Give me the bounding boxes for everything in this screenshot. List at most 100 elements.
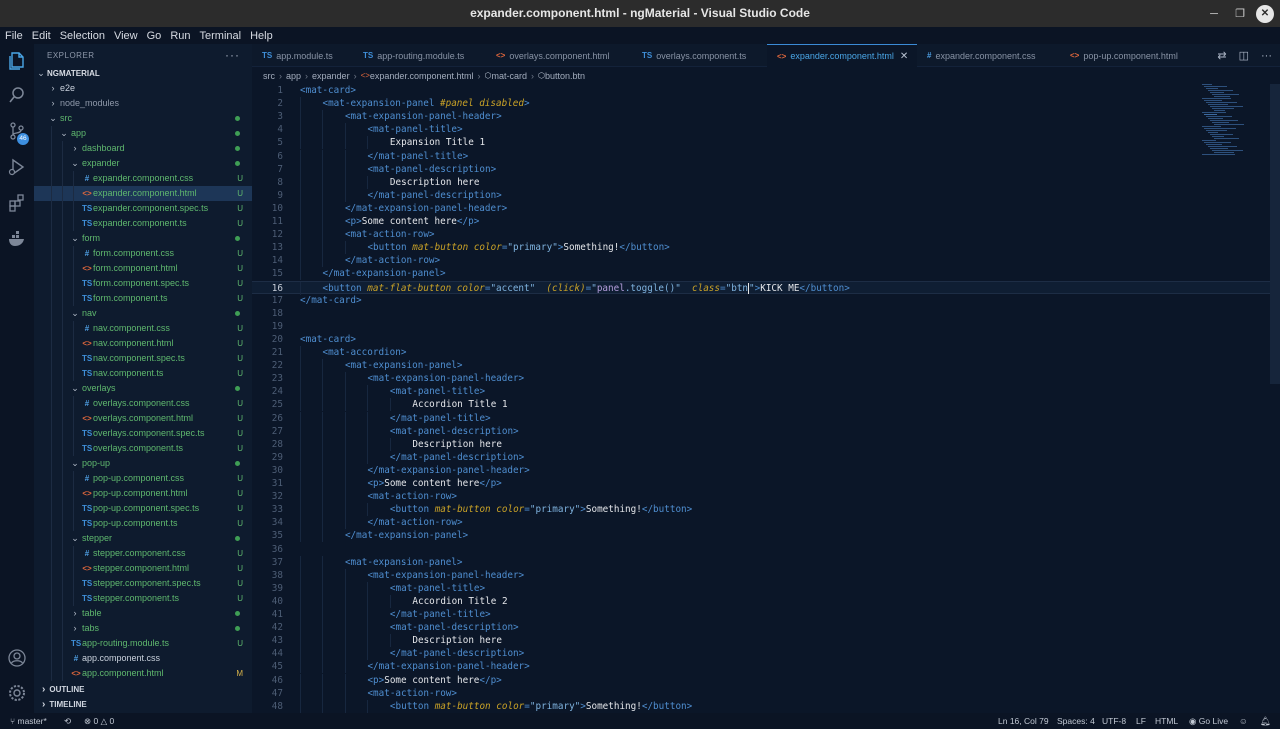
breadcrumb-item[interactable]: expander bbox=[312, 71, 350, 81]
explorer-icon[interactable] bbox=[0, 44, 34, 78]
folder-form[interactable]: ⌄ form bbox=[34, 231, 252, 246]
code-line[interactable]: 24 <mat-panel-title> bbox=[252, 385, 1280, 399]
code-line[interactable]: 28 Description here bbox=[252, 437, 1280, 451]
menu-run[interactable]: Run bbox=[170, 30, 190, 42]
folder-node-modules[interactable]: › node_modules bbox=[34, 96, 252, 111]
code-line[interactable]: 34 </mat-action-row> bbox=[252, 516, 1280, 530]
close-tab-icon[interactable]: ✕ bbox=[900, 51, 908, 62]
close-window-button[interactable]: ✕ bbox=[1256, 4, 1274, 23]
menu-view[interactable]: View bbox=[114, 30, 138, 42]
tab-app-routing-module-ts[interactable]: TS app-routing.module.ts bbox=[353, 44, 486, 67]
cursor-position[interactable]: Ln 16, Col 79 bbox=[998, 713, 1049, 729]
settings-gear-icon[interactable] bbox=[0, 676, 34, 710]
tab-expander-component-html[interactable]: <> expander.component.html ✕ bbox=[767, 44, 917, 67]
encoding[interactable]: UTF-8 bbox=[1102, 713, 1126, 729]
file-overlays-component-css[interactable]: # overlays.component.css U bbox=[34, 396, 252, 411]
menu-help[interactable]: Help bbox=[250, 30, 273, 42]
folder-stepper[interactable]: ⌄ stepper bbox=[34, 531, 252, 546]
code-line[interactable]: 32 <mat-action-row> bbox=[252, 490, 1280, 504]
end-of-line[interactable]: LF bbox=[1136, 713, 1146, 729]
menu-file[interactable]: File bbox=[5, 30, 23, 42]
file-overlays-component-html[interactable]: <> overlays.component.html U bbox=[34, 411, 252, 426]
editor-scrollbar[interactable] bbox=[1270, 84, 1280, 384]
code-line[interactable]: 22 <mat-expansion-panel> bbox=[252, 359, 1280, 373]
code-line[interactable]: 36 bbox=[252, 543, 1280, 556]
code-line[interactable]: 17 </mat-card> bbox=[252, 294, 1280, 307]
code-line[interactable]: 4 <mat-panel-title> bbox=[252, 123, 1280, 137]
minimize-button[interactable]: ─ bbox=[1204, 5, 1224, 23]
section-timeline[interactable]: › TIMELINE bbox=[34, 697, 252, 712]
code-line[interactable]: 10 </mat-expansion-panel-header> bbox=[252, 201, 1280, 215]
code-line[interactable]: 38 <mat-expansion-panel-header> bbox=[252, 568, 1280, 582]
file-nav-component-css[interactable]: # nav.component.css U bbox=[34, 321, 252, 336]
code-line[interactable]: 33 <button mat-button color="primary">Som… bbox=[252, 503, 1280, 517]
file-pop-up-component-spec-ts[interactable]: TS pop-up.component.spec.ts U bbox=[34, 501, 252, 516]
problems-status[interactable]: ⊗ 0 △ 0 bbox=[84, 713, 114, 729]
maximize-button[interactable]: ❐ bbox=[1230, 5, 1250, 23]
code-line[interactable]: 18 bbox=[252, 307, 1280, 320]
folder-app[interactable]: ⌄ app bbox=[34, 126, 252, 141]
file-nav-component-html[interactable]: <> nav.component.html U bbox=[34, 336, 252, 351]
code-line[interactable]: 44 </mat-panel-description> bbox=[252, 647, 1280, 661]
search-icon[interactable] bbox=[0, 78, 34, 112]
file-expander-component-css[interactable]: # expander.component.css U bbox=[34, 171, 252, 186]
code-line[interactable]: 30 </mat-expansion-panel-header> bbox=[252, 463, 1280, 477]
file-app-routing-module-ts[interactable]: TS app-routing.module.ts U bbox=[34, 636, 252, 651]
code-line[interactable]: 3 <mat-expansion-panel-header> bbox=[252, 110, 1280, 124]
file-overlays-component-spec-ts[interactable]: TS overlays.component.spec.ts U bbox=[34, 426, 252, 441]
file-app-component-css[interactable]: # app.component.css bbox=[34, 651, 252, 666]
code-line[interactable]: 41 </mat-panel-title> bbox=[252, 608, 1280, 621]
code-line[interactable]: 35 </mat-expansion-panel> bbox=[252, 529, 1280, 543]
notifications-bell-icon[interactable]: 🔔︎ bbox=[1260, 713, 1271, 729]
code-line[interactable]: 48 <button mat-button color="primary">Som… bbox=[252, 699, 1280, 713]
code-line[interactable]: 11 <p>Some content here</p> bbox=[252, 215, 1280, 228]
file-form-component-html[interactable]: <> form.component.html U bbox=[34, 261, 252, 276]
language-mode[interactable]: HTML bbox=[1155, 713, 1178, 729]
code-line[interactable]: 27 <mat-panel-description> bbox=[252, 424, 1280, 438]
file-pop-up-component-ts[interactable]: TS pop-up.component.ts U bbox=[34, 516, 252, 531]
code-line[interactable]: 20 <mat-card> bbox=[252, 333, 1280, 346]
file-pop-up-component-css[interactable]: # pop-up.component.css U bbox=[34, 471, 252, 486]
code-line[interactable]: 21 <mat-accordion> bbox=[252, 346, 1280, 359]
split-editor-icon[interactable]: ◫ bbox=[1239, 49, 1249, 62]
run-debug-icon[interactable] bbox=[0, 150, 34, 184]
code-line[interactable]: 43 Description here bbox=[252, 634, 1280, 648]
folder-nav[interactable]: ⌄ nav bbox=[34, 306, 252, 321]
folder-src[interactable]: ⌄ src bbox=[34, 111, 252, 126]
breadcrumb-item[interactable]: button.btn bbox=[545, 71, 585, 81]
code-line[interactable]: 1 <mat-card> bbox=[252, 84, 1280, 97]
file-expander-component-ts[interactable]: TS expander.component.ts U bbox=[34, 216, 252, 231]
tab-app-module-ts[interactable]: TS app.module.ts bbox=[252, 44, 353, 67]
breadcrumb-item[interactable]: expander.component.html bbox=[370, 71, 474, 81]
file-stepper-component-css[interactable]: # stepper.component.css U bbox=[34, 546, 252, 561]
code-editor[interactable]: 1 <mat-card> 2 <mat-expansion-panel #panel … bbox=[252, 84, 1280, 713]
file-expander-component-html[interactable]: <> expander.component.html U bbox=[34, 186, 252, 201]
feedback-icon[interactable]: ☺ bbox=[1239, 713, 1248, 729]
folder-pop-up[interactable]: ⌄ pop-up bbox=[34, 456, 252, 471]
breadcrumb-item[interactable]: src bbox=[263, 71, 275, 81]
folder-dashboard[interactable]: › dashboard bbox=[34, 141, 252, 156]
file-nav-component-spec-ts[interactable]: TS nav.component.spec.ts U bbox=[34, 351, 252, 366]
code-line[interactable]: 23 <mat-expansion-panel-header> bbox=[252, 372, 1280, 386]
file-app-component-html[interactable]: <> app.component.html M bbox=[34, 666, 252, 681]
code-line[interactable]: 14 </mat-action-row> bbox=[252, 254, 1280, 268]
folder-tabs[interactable]: › tabs bbox=[34, 621, 252, 636]
file-pop-up-component-html[interactable]: <> pop-up.component.html U bbox=[34, 486, 252, 501]
code-line[interactable]: 40 Accordion Title 2 bbox=[252, 594, 1280, 608]
file-stepper-component-html[interactable]: <> stepper.component.html U bbox=[34, 561, 252, 576]
code-line[interactable]: 42 <mat-panel-description> bbox=[252, 621, 1280, 635]
tab-pop-up-component-html[interactable]: <> pop-up.component.html bbox=[1060, 44, 1200, 67]
docker-icon[interactable] bbox=[0, 222, 34, 256]
folder-e2e[interactable]: › e2e bbox=[34, 81, 252, 96]
breadcrumb-item[interactable]: mat-card bbox=[491, 71, 527, 81]
more-actions-icon[interactable]: ··· bbox=[225, 48, 240, 62]
tab-overlays-component-ts[interactable]: TS overlays.component.ts bbox=[632, 44, 767, 67]
file-form-component-css[interactable]: # form.component.css U bbox=[34, 246, 252, 261]
code-line[interactable]: 8 Description here bbox=[252, 175, 1280, 189]
folder-table[interactable]: › table bbox=[34, 606, 252, 621]
tab-expander-component-css[interactable]: # expander.component.css bbox=[917, 44, 1060, 67]
menu-terminal[interactable]: Terminal bbox=[200, 30, 242, 42]
go-live-button[interactable]: ◉ Go Live bbox=[1189, 713, 1228, 729]
code-line[interactable]: 31 <p>Some content here</p> bbox=[252, 477, 1280, 490]
workspace-root[interactable]: ⌄ NGMATERIAL bbox=[34, 66, 252, 81]
